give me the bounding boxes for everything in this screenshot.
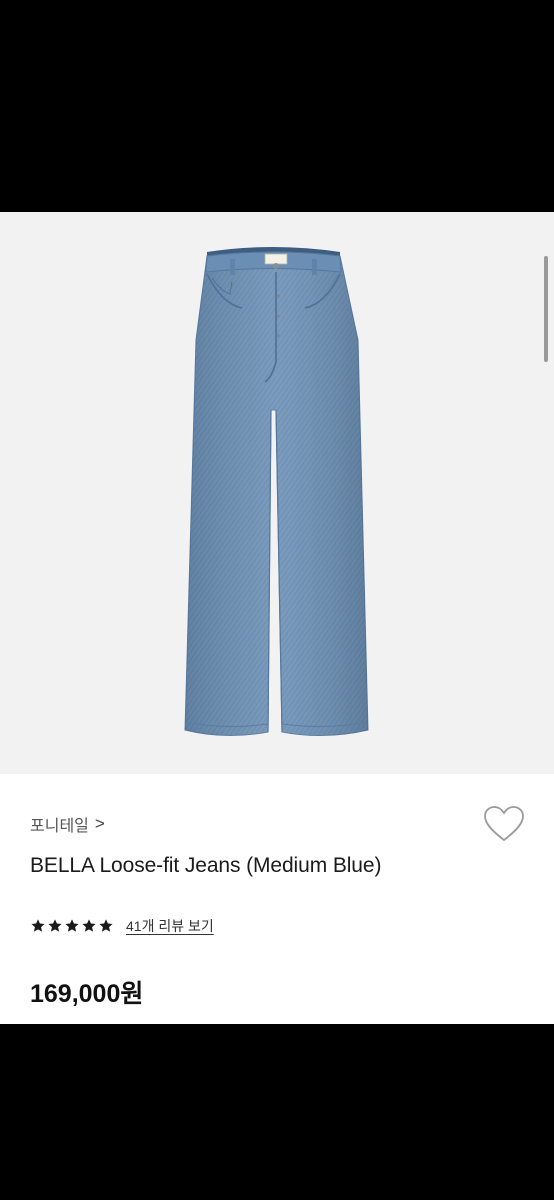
- chevron-right-icon: >: [94, 814, 105, 833]
- product-card: 포니테일 > BELLA Loose-fit Jeans (Medium Blu…: [0, 212, 554, 1024]
- scrollbar[interactable]: [544, 256, 548, 362]
- rating-row: 41개 리뷰 보기: [30, 916, 214, 936]
- star-icon: [48, 919, 62, 932]
- product-title: BELLA Loose-fit Jeans (Medium Blue): [30, 854, 382, 877]
- review-link[interactable]: 41개 리뷰 보기: [126, 916, 214, 936]
- brand-link[interactable]: 포니테일 >: [30, 812, 105, 836]
- product-info: 포니테일 > BELLA Loose-fit Jeans (Medium Blu…: [0, 774, 554, 1024]
- star-icon: [99, 919, 113, 932]
- product-price: 169,000원: [30, 980, 144, 1008]
- product-image[interactable]: [0, 212, 554, 774]
- star-icon: [65, 919, 79, 932]
- star-icon: [82, 919, 96, 932]
- bottom-black-area: [0, 1024, 554, 1200]
- heart-outline-icon[interactable]: [482, 804, 526, 844]
- jeans-image: [184, 247, 369, 737]
- star-icon: [31, 919, 45, 932]
- star-rating: [30, 918, 114, 934]
- top-black-area: [0, 0, 554, 212]
- brand-name: 포니테일: [30, 818, 89, 835]
